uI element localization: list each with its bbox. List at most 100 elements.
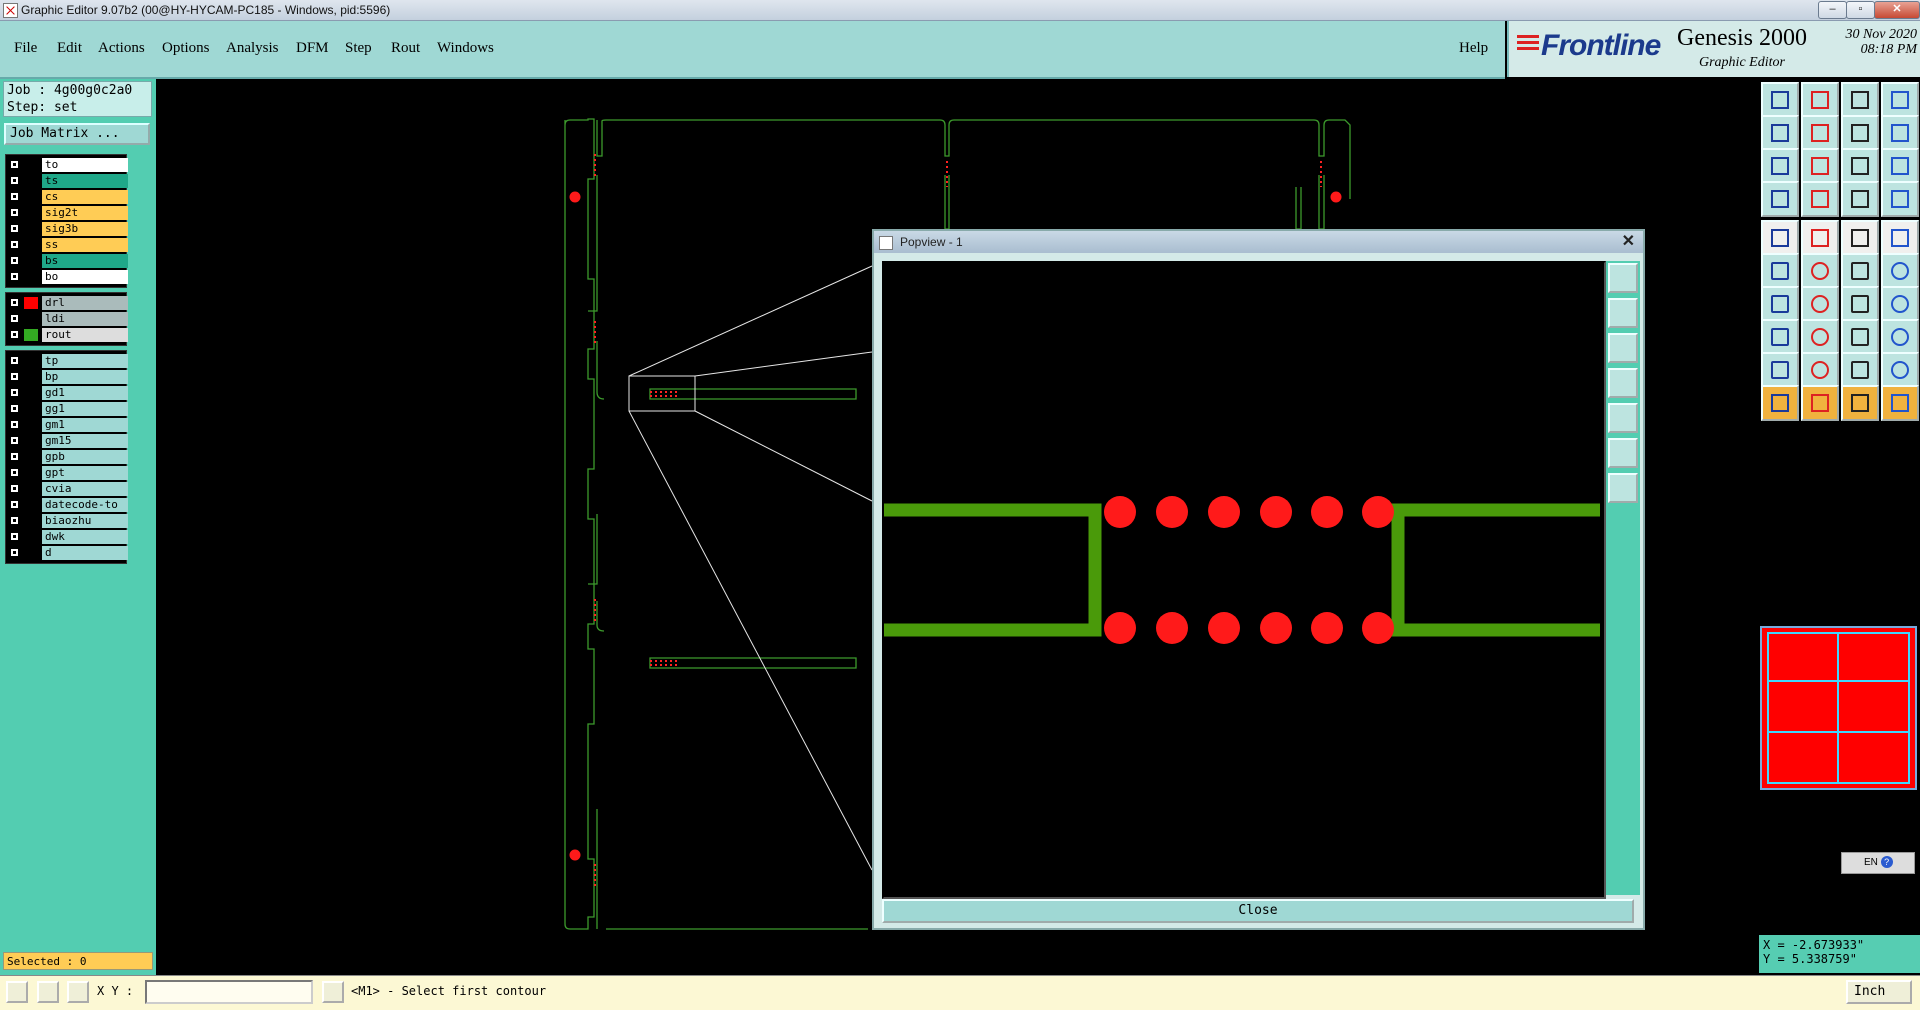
layer-checkbox[interactable] <box>10 532 19 541</box>
pv-pan-down-icon[interactable] <box>1608 333 1638 363</box>
fit-icon[interactable] <box>1761 148 1799 184</box>
layer-row-to[interactable]: to <box>6 157 128 173</box>
layer-name[interactable]: gm1 <box>42 418 128 432</box>
menu-rout[interactable]: Rout <box>391 40 420 57</box>
pv-zoom-fit-icon[interactable] <box>1608 263 1638 293</box>
pv-pan-right-icon[interactable] <box>1608 403 1638 433</box>
layer-checkbox[interactable] <box>10 388 19 397</box>
layer-color-swatch[interactable] <box>24 515 38 527</box>
layer-row-gpb[interactable]: gpb <box>6 449 128 465</box>
layer-checkbox[interactable] <box>10 356 19 365</box>
split-icon[interactable] <box>1881 82 1919 118</box>
layer-color-swatch[interactable] <box>24 483 38 495</box>
layer-row-ts[interactable]: ts <box>6 173 128 189</box>
layer-checkbox[interactable] <box>10 208 19 217</box>
layer-name[interactable]: gpb <box>42 450 128 464</box>
select-poly-icon[interactable] <box>1881 385 1919 421</box>
layer-row-datecode-to[interactable]: datecode-to <box>6 497 128 513</box>
zoom-in-icon[interactable] <box>1801 82 1839 118</box>
grid-mode-icon[interactable] <box>67 981 89 1003</box>
layer-row-d[interactable]: d <box>6 545 128 561</box>
layer-name[interactable]: sig3b <box>42 222 128 236</box>
layer-row-drl[interactable]: drl <box>6 295 128 311</box>
menu-analysis[interactable]: Analysis <box>226 40 279 57</box>
slot-icon[interactable] <box>1841 352 1879 388</box>
layer-name[interactable]: gpt <box>42 466 128 480</box>
flip-icon[interactable] <box>1881 286 1919 322</box>
layer-color-swatch[interactable] <box>24 467 38 479</box>
job-matrix-button[interactable]: Job Matrix ... <box>4 123 150 145</box>
add-pad-icon[interactable] <box>1761 220 1799 256</box>
popview-canvas[interactable] <box>882 261 1606 899</box>
layer-color-swatch[interactable] <box>24 355 38 367</box>
layer-row-bp[interactable]: bp <box>6 369 128 385</box>
layer-checkbox[interactable] <box>10 176 19 185</box>
pv-pan-up-icon[interactable] <box>1608 298 1638 328</box>
maximize-icon[interactable]: ▫ <box>1846 1 1875 19</box>
layer-name[interactable]: bs <box>42 254 128 268</box>
sketch-mode-icon[interactable] <box>37 981 59 1003</box>
layer-checkbox[interactable] <box>10 452 19 461</box>
layer-checkbox[interactable] <box>10 468 19 477</box>
layer-name[interactable]: bp <box>42 370 128 384</box>
layer-row-cvia[interactable]: cvia <box>6 481 128 497</box>
resize-icon[interactable] <box>1881 319 1919 355</box>
layer-checkbox[interactable] <box>10 372 19 381</box>
layer-color-swatch[interactable] <box>24 419 38 431</box>
ime-indicator[interactable]: EN ? <box>1841 852 1915 874</box>
layer-color-swatch[interactable] <box>24 159 38 171</box>
layer-name[interactable]: ldi <box>42 312 128 326</box>
menu-windows[interactable]: Windows <box>437 40 494 57</box>
layer-name[interactable]: gm15 <box>42 434 128 448</box>
layer-row-dwk[interactable]: dwk <box>6 529 128 545</box>
layer-checkbox[interactable] <box>10 516 19 525</box>
layer-color-swatch[interactable] <box>24 239 38 251</box>
menu-actions[interactable]: Actions <box>98 40 145 57</box>
minimize-icon[interactable]: – <box>1818 1 1847 19</box>
layer-row-bs[interactable]: bs <box>6 253 128 269</box>
layer-row-gg1[interactable]: gg1 <box>6 401 128 417</box>
text-cursor-icon[interactable] <box>322 981 344 1003</box>
arc-icon[interactable] <box>1801 286 1839 322</box>
line-icon[interactable] <box>1761 286 1799 322</box>
layer-checkbox[interactable] <box>10 224 19 233</box>
layer-color-swatch[interactable] <box>24 531 38 543</box>
add-line-icon[interactable] <box>1841 220 1879 256</box>
layer-name[interactable]: biaozhu <box>42 514 128 528</box>
grid-icon[interactable] <box>1801 181 1839 217</box>
layer-checkbox[interactable] <box>10 420 19 429</box>
ratio-icon[interactable] <box>1841 148 1879 184</box>
layer-name[interactable]: gd1 <box>42 386 128 400</box>
layer-name[interactable]: drl <box>42 296 128 310</box>
layer-color-swatch[interactable] <box>24 403 38 415</box>
undo-icon[interactable] <box>1841 286 1879 322</box>
layer-row-sig2t[interactable]: sig2t <box>6 205 128 221</box>
layer-row-ldi[interactable]: ldi <box>6 311 128 327</box>
measure-icon[interactable] <box>1761 181 1799 217</box>
polygon-icon[interactable] <box>1801 352 1839 388</box>
menu-step[interactable]: Step <box>345 40 372 57</box>
pv-zoom-out-icon[interactable] <box>1608 473 1638 503</box>
connect-icon[interactable] <box>1761 253 1799 289</box>
layer-color-swatch[interactable] <box>24 191 38 203</box>
menu-help[interactable]: Help <box>1459 40 1488 57</box>
popview-close-button[interactable]: Close <box>882 899 1634 923</box>
add-shape-icon[interactable] <box>1801 220 1839 256</box>
layer-color-swatch[interactable] <box>24 175 38 187</box>
layer-name[interactable]: bo <box>42 270 128 284</box>
pan-left-icon[interactable] <box>1761 115 1799 151</box>
select-icon[interactable] <box>1761 385 1799 421</box>
zoom-fit-icon[interactable] <box>1761 82 1799 118</box>
layer-color-swatch[interactable] <box>24 451 38 463</box>
layer-checkbox[interactable] <box>10 298 19 307</box>
select-multi-icon[interactable] <box>1841 385 1879 421</box>
stretch-icon[interactable] <box>1841 319 1879 355</box>
select-single-icon[interactable] <box>1801 385 1839 421</box>
pv-pan-left-icon[interactable] <box>1608 368 1638 398</box>
layer-checkbox[interactable] <box>10 192 19 201</box>
layer-name[interactable]: ts <box>42 174 128 188</box>
rotate-icon[interactable] <box>1841 115 1879 151</box>
contour-icon[interactable] <box>1881 352 1919 388</box>
delete-icon[interactable] <box>1801 253 1839 289</box>
layer-row-gm15[interactable]: gm15 <box>6 433 128 449</box>
